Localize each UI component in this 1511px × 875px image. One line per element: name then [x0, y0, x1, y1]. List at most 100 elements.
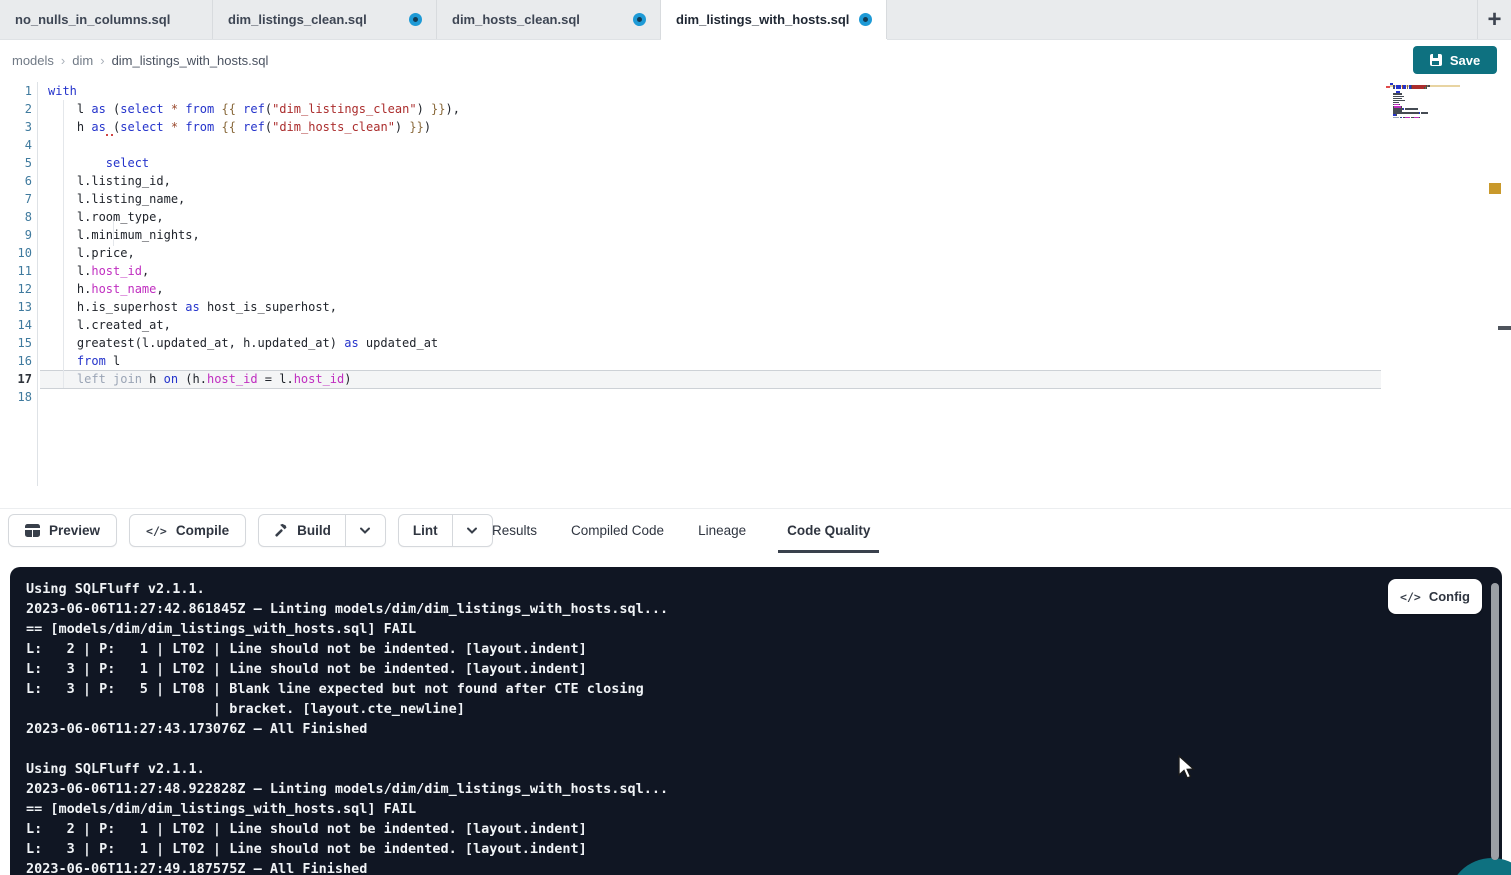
gutter-divider — [37, 82, 38, 486]
code-icon: </> — [146, 524, 167, 538]
code-token: l — [48, 102, 91, 116]
code-text[interactable]: with l as (select * from {{ ref("dim_lis… — [48, 82, 460, 406]
compile-button[interactable]: </> Compile — [129, 514, 246, 547]
code-line[interactable]: l.listing_name, — [48, 190, 460, 208]
file-tab[interactable]: dim_hosts_clean.sql — [437, 0, 661, 39]
code-line[interactable]: l as (select * from {{ ref("dim_listings… — [48, 100, 460, 118]
code-token: ref — [243, 102, 265, 116]
code-line[interactable]: from l — [48, 352, 460, 370]
code-line[interactable] — [48, 136, 460, 154]
line-number: 7 — [0, 190, 32, 208]
code-line[interactable]: h.is_superhost as host_is_superhost, — [48, 298, 460, 316]
code-line[interactable]: l.host_id, — [48, 262, 460, 280]
editor-tab-bar: no_nulls_in_columns.sqldim_listings_clea… — [0, 0, 1511, 40]
build-button[interactable]: Build — [259, 515, 345, 546]
terminal-line — [26, 739, 1486, 759]
lint-output-terminal: Using SQLFluff v2.1.1.2023-06-06T11:27:4… — [10, 567, 1502, 875]
modified-dot-icon — [859, 13, 872, 26]
terminal-scrollbar[interactable] — [1491, 583, 1499, 860]
save-button-label: Save — [1450, 53, 1480, 68]
code-token: ) — [395, 120, 409, 134]
code-token: select — [120, 102, 163, 116]
preview-button[interactable]: Preview — [8, 514, 117, 547]
minimap[interactable] — [1390, 83, 1460, 121]
compile-button-label: Compile — [176, 523, 229, 538]
terminal-line: | bracket. [layout.cte_newline] — [26, 699, 1486, 719]
code-line[interactable]: l.room_type, — [48, 208, 460, 226]
chevron-down-icon — [466, 527, 478, 535]
panel-tab-compiled-code[interactable]: Compiled Code — [569, 509, 666, 553]
code-line[interactable]: with — [48, 82, 460, 100]
panel-tab-lineage[interactable]: Lineage — [696, 509, 748, 553]
code-token: from — [77, 354, 106, 368]
code-token: on — [164, 372, 178, 386]
code-token: as — [91, 120, 105, 134]
terminal-output: Using SQLFluff v2.1.1.2023-06-06T11:27:4… — [26, 579, 1486, 875]
code-token: ( — [265, 120, 272, 134]
panel-tab-results[interactable]: Results — [490, 509, 539, 553]
preview-button-label: Preview — [49, 523, 100, 538]
terminal-line: 2023-06-06T11:27:48.922828Z — Linting mo… — [26, 779, 1486, 799]
code-line[interactable]: select — [48, 154, 460, 172]
breadcrumb: models›dim›dim_listings_with_hosts.sql — [12, 53, 268, 68]
scrollbar-warning-marker — [1489, 183, 1501, 194]
minimap-error-marker — [1386, 86, 1390, 88]
config-button-label: Config — [1429, 589, 1470, 604]
code-token: }} — [409, 120, 423, 134]
code-token: ), — [445, 102, 459, 116]
code-token: ) — [424, 120, 431, 134]
code-token: (h. — [178, 372, 207, 386]
code-editor[interactable]: 123456789101112131415161718 with l as (s… — [0, 80, 1511, 508]
code-token: l. — [48, 264, 91, 278]
code-line[interactable]: h as (select * from {{ ref("dim_hosts_cl… — [48, 118, 460, 136]
config-button[interactable]: </> Config — [1388, 579, 1482, 614]
line-number-gutter: 123456789101112131415161718 — [0, 82, 32, 406]
modified-dot-icon — [633, 13, 646, 26]
terminal-line: L: 3 | P: 5 | LT08 | Blank line expected… — [26, 679, 1486, 699]
code-token: {{ — [221, 120, 235, 134]
file-tab[interactable]: dim_listings_with_hosts.sql — [661, 0, 887, 39]
code-line[interactable]: l.listing_id, — [48, 172, 460, 190]
code-token: from — [185, 102, 214, 116]
code-line[interactable]: l.minimum_nights, — [48, 226, 460, 244]
terminal-line: L: 2 | P: 1 | LT02 | Line should not be … — [26, 819, 1486, 839]
code-line[interactable]: l.price, — [48, 244, 460, 262]
build-dropdown-button[interactable] — [345, 515, 385, 546]
code-line[interactable]: greatest(l.updated_at, h.updated_at) as … — [48, 334, 460, 352]
code-token — [48, 372, 77, 386]
code-token: ) — [344, 372, 351, 386]
line-number: 8 — [0, 208, 32, 226]
terminal-line: 2023-06-06T11:27:49.187575Z — All Finish… — [26, 859, 1486, 875]
lint-dropdown-button[interactable] — [452, 515, 492, 546]
breadcrumb-chevron-icon: › — [61, 53, 65, 68]
code-token: {{ — [221, 102, 235, 116]
new-tab-button[interactable]: + — [1477, 0, 1511, 39]
terminal-line: Using SQLFluff v2.1.1. — [26, 759, 1486, 779]
code-token: ( — [106, 102, 120, 116]
plus-icon: + — [1487, 6, 1501, 34]
code-token: = l. — [258, 372, 294, 386]
result-panel-tabs: Results Compiled Code Lineage Code Quality — [490, 509, 879, 553]
file-tab[interactable]: no_nulls_in_columns.sql — [0, 0, 213, 39]
code-line[interactable]: left join h on (h.host_id = l.host_id) — [48, 370, 460, 388]
code-token: }} — [431, 102, 445, 116]
save-button[interactable]: Save — [1413, 46, 1497, 74]
breadcrumb-segment: models — [12, 53, 54, 68]
code-line[interactable]: l.created_at, — [48, 316, 460, 334]
code-token: as — [91, 102, 105, 116]
lint-button-label: Lint — [413, 523, 438, 538]
code-line[interactable]: h.host_name, — [48, 280, 460, 298]
breadcrumb-bar: models›dim›dim_listings_with_hosts.sql S… — [0, 40, 1511, 80]
panel-tab-code-quality[interactable]: Code Quality — [778, 509, 879, 553]
code-token: as — [344, 336, 358, 350]
line-number: 4 — [0, 136, 32, 154]
code-line[interactable] — [48, 388, 460, 406]
file-tab[interactable]: dim_listings_clean.sql — [213, 0, 437, 39]
file-tab-label: dim_listings_with_hosts.sql — [676, 12, 849, 27]
code-token: select — [106, 156, 149, 170]
line-number: 18 — [0, 388, 32, 406]
code-token: , — [156, 282, 163, 296]
lint-button[interactable]: Lint — [399, 515, 452, 546]
action-bar: Preview </> Compile Build Lint — [0, 508, 1511, 552]
code-token: from — [185, 120, 214, 134]
